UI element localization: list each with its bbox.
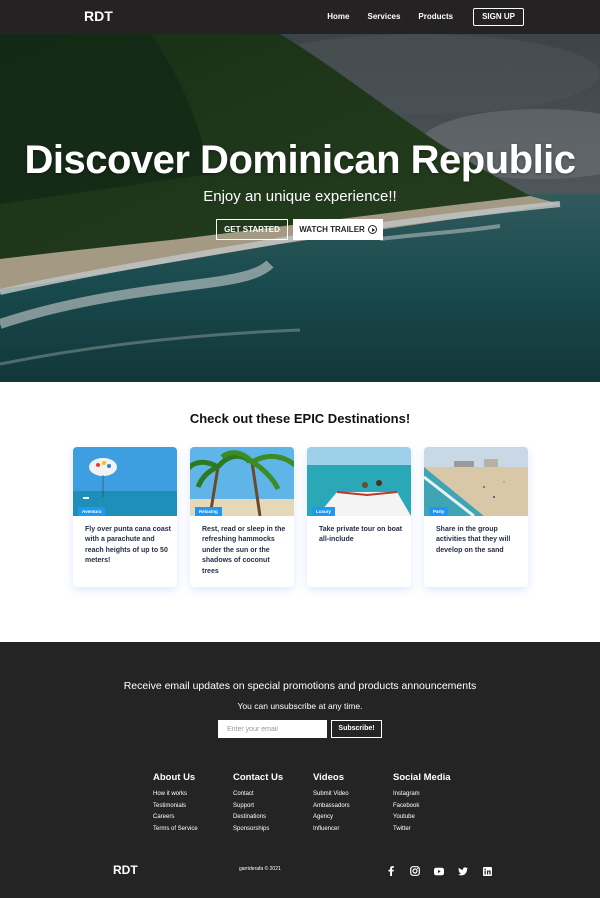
nav-link-products[interactable]: Products <box>418 8 453 26</box>
subscription-text: You can unsubscribe at any time. <box>237 701 363 711</box>
watch-trailer-label: WATCH TRAILER <box>299 225 365 234</box>
hero-buttons: GET STARTED WATCH TRAILER <box>216 219 383 240</box>
subscribe-button[interactable]: Subscribe! <box>331 720 382 738</box>
linkedin-icon[interactable] <box>482 866 492 876</box>
footer-link[interactable]: Submit Video <box>313 789 350 801</box>
hero-title: Discover Dominican Republic <box>24 138 576 182</box>
destination-card[interactable]: Party Share in the group activities that… <box>424 447 528 587</box>
footer-logo[interactable]: RDT <box>113 863 138 877</box>
nav-link-home[interactable]: Home <box>327 8 349 26</box>
footer-link[interactable]: Terms of Service <box>153 824 198 836</box>
instagram-icon[interactable] <box>410 866 420 876</box>
destination-card[interactable]: Aventura Fly over punta cana coast with … <box>73 447 177 587</box>
destination-card[interactable]: Relaxing Rest, read or sleep in the refr… <box>190 447 294 587</box>
youtube-icon[interactable] <box>434 866 444 876</box>
card-description: Share in the group activities that they … <box>436 526 511 554</box>
footer: Receive email updates on special promoti… <box>0 642 600 898</box>
hero-background-image <box>0 34 600 382</box>
column-title: Social Media <box>393 772 451 783</box>
watch-trailer-button[interactable]: WATCH TRAILER <box>293 219 383 240</box>
footer-link[interactable]: Ambassadors <box>313 801 350 813</box>
nav-links: Home Services Products SIGN UP <box>327 8 524 26</box>
footer-column-social: Social Media Instagram Facebook Youtube … <box>393 772 451 836</box>
get-started-button[interactable]: GET STARTED <box>216 219 288 240</box>
signup-button[interactable]: SIGN UP <box>473 8 524 26</box>
destinations-heading: Check out these EPIC Destinations! <box>189 411 411 426</box>
footer-link[interactable]: Testimonials <box>153 801 198 813</box>
card-badge: Relaxing <box>195 507 222 516</box>
card-badge: Party <box>429 507 449 516</box>
play-circle-icon <box>367 225 377 234</box>
footer-link[interactable]: Careers <box>153 812 198 824</box>
footer-link[interactable]: Twitter <box>393 824 451 836</box>
footer-column-about: About Us How it works Testimonials Caree… <box>153 772 198 836</box>
footer-column-videos: Videos Submit Video Ambassadors Agency I… <box>313 772 350 836</box>
boat-tour-image <box>307 447 411 516</box>
card-description: Rest, read or sleep in the refreshing ha… <box>202 526 286 575</box>
beach-aerial-image <box>424 447 528 516</box>
facebook-icon[interactable] <box>386 866 396 876</box>
footer-link[interactable]: Youtube <box>393 812 451 824</box>
destination-card[interactable]: Luxury Take private tour on boat all-inc… <box>307 447 411 587</box>
twitter-icon[interactable] <box>458 866 468 876</box>
card-badge: Aventura <box>78 507 106 516</box>
column-title: About Us <box>153 772 196 783</box>
navbar-logo[interactable]: RDT <box>84 8 113 24</box>
palm-trees-image <box>190 447 294 516</box>
footer-link[interactable]: Instagram <box>393 789 451 801</box>
footer-link[interactable]: Influencer <box>313 824 350 836</box>
nav-link-services[interactable]: Services <box>368 8 401 26</box>
column-title: Contact Us <box>233 772 284 783</box>
hero-subtitle: Enjoy an unique experience!! <box>203 188 397 205</box>
footer-link[interactable]: Sponsorships <box>233 824 283 836</box>
footer-link[interactable]: How it works <box>153 789 198 801</box>
social-icons <box>386 866 506 876</box>
copyright-text: garriderafa © 2021 <box>239 866 281 872</box>
footer-link[interactable]: Contact <box>233 789 283 801</box>
footer-column-contact: Contact Us Contact Support Destinations … <box>233 772 283 836</box>
footer-link[interactable]: Facebook <box>393 801 451 813</box>
footer-link[interactable]: Destinations <box>233 812 283 824</box>
email-input[interactable] <box>218 720 327 738</box>
card-description: Take private tour on boat all-include <box>319 526 403 544</box>
subscription-heading: Receive email updates on special promoti… <box>123 680 477 692</box>
footer-link[interactable]: Support <box>233 801 283 813</box>
card-badge: Luxury <box>312 507 336 516</box>
card-description: Fly over punta cana coast with a parachu… <box>85 526 171 565</box>
hero-section: Discover Dominican Republic Enjoy an uni… <box>0 34 600 382</box>
column-title: Videos <box>313 772 344 783</box>
navbar: RDT Home Services Products SIGN UP <box>0 0 600 34</box>
footer-link[interactable]: Agency <box>313 812 350 824</box>
parasailing-image <box>73 447 177 516</box>
